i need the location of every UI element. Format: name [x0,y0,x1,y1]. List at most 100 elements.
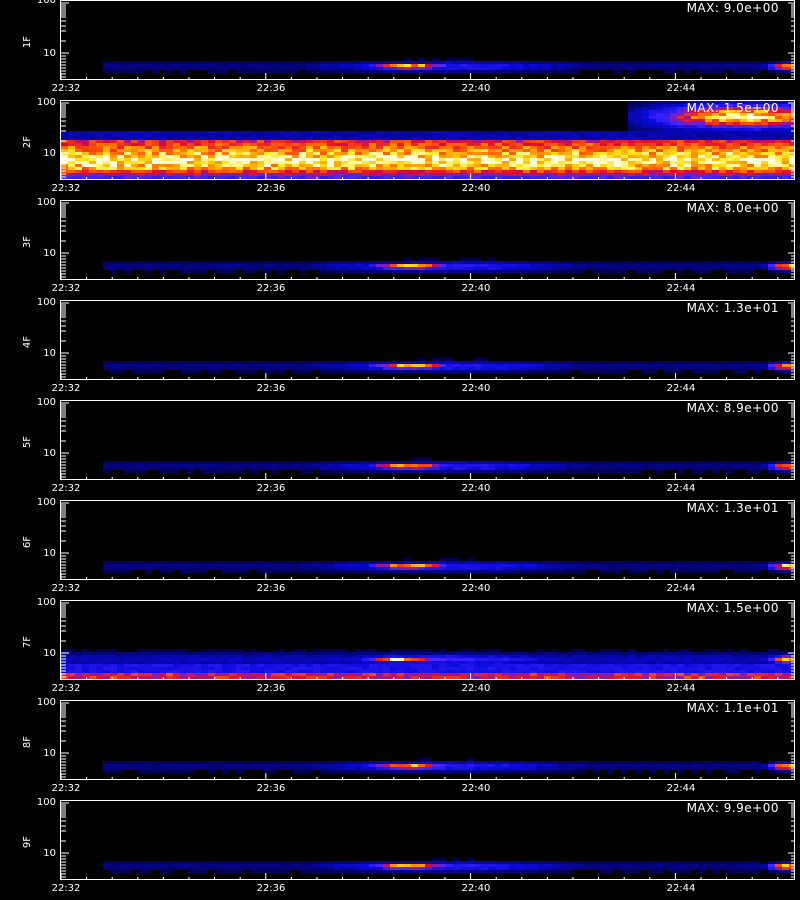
heatmap-cell [117,173,124,176]
heatmap-cell [439,167,446,170]
heatmap-cell [292,655,299,658]
heatmap-cell [579,158,586,161]
heatmap-cell [614,464,621,467]
heatmap-cell [544,370,551,373]
heatmap-cell [404,164,411,167]
heatmap-cell [348,470,355,473]
heatmap-cell [467,658,474,661]
heatmap-cell [229,137,236,140]
heatmap-cell [124,155,131,158]
heatmap-cell [299,137,306,140]
heatmap-cell [411,661,418,664]
heatmap-cell [348,567,355,570]
heatmap-cell [481,164,488,167]
heatmap-cell [397,131,404,134]
heatmap-cell [306,134,313,137]
heatmap-cell [131,470,138,473]
heatmap-cell [320,467,327,470]
heatmap-cell [173,134,180,137]
heatmap-cell [138,70,145,73]
heatmap-cell [187,137,194,140]
heatmap-cell [145,137,152,140]
heatmap-cell [691,134,698,137]
heatmap-cell [285,61,292,64]
heatmap-cell [292,267,299,270]
heatmap-cell [327,361,334,364]
heatmap-cell [572,470,579,473]
max-label: MAX: 9.0e+00 [686,1,779,15]
heatmap-cell [705,267,712,270]
heatmap-cell [208,176,215,179]
heatmap-cell [663,67,670,70]
heatmap-cell [551,261,558,264]
heatmap-cell [586,146,593,149]
heatmap-cell [628,652,635,655]
heatmap-cell [488,140,495,143]
heatmap-cell [68,649,75,652]
heatmap-cell [705,167,712,170]
heatmap-cell [495,158,502,161]
heatmap-cell [383,470,390,473]
heatmap-cell [712,564,719,567]
heatmap-cell [691,176,698,179]
heatmap-cell [572,158,579,161]
heatmap-cell [642,143,649,146]
heatmap-cell [159,67,166,70]
heatmap-cell [390,649,397,652]
heatmap-cell [439,461,446,464]
heatmap-cell [614,170,621,173]
heatmap-cell [544,655,551,658]
heatmap-cell [502,143,509,146]
heatmap-cell [159,164,166,167]
heatmap-cell [768,176,775,179]
heatmap-cell [726,464,733,467]
heatmap-cell [425,461,432,464]
heatmap-cell [691,170,698,173]
heatmap-cell [306,470,313,473]
heatmap-cell [663,128,670,131]
heatmap-cell [306,152,313,155]
heatmap-cell [761,64,768,67]
heatmap-cell [523,470,530,473]
heatmap-cell [544,143,551,146]
heatmap-cell [411,567,418,570]
heatmap-cell [712,61,719,64]
heatmap-cell [628,261,635,264]
heatmap-cell [250,364,257,367]
heatmap-cell [635,179,642,180]
heatmap-cell [446,370,453,373]
heatmap-cell [299,367,306,370]
heatmap-cell [313,467,320,470]
heatmap-cell [439,64,446,67]
heatmap-cell [537,561,544,564]
heatmap-cell [404,167,411,170]
heatmap-cell [579,167,586,170]
heatmap-cell [145,567,152,570]
heatmap-cell [271,167,278,170]
heatmap-cell [691,664,698,667]
heatmap-cell [593,67,600,70]
heatmap-cell [271,652,278,655]
heatmap-cell [684,567,691,570]
heatmap-cell [488,67,495,70]
heatmap-cell [250,658,257,661]
heatmap-cell [705,116,712,119]
heatmap-cell [173,167,180,170]
heatmap-cell [250,155,257,158]
heatmap-cell [397,261,404,264]
heatmap-cell [166,158,173,161]
heatmap-cell [369,164,376,167]
heatmap-cell [740,179,747,180]
heatmap-cell [341,655,348,658]
heatmap-cell [152,649,159,652]
heatmap-cell [586,61,593,64]
heatmap-cell [565,140,572,143]
heatmap-cell [432,179,439,180]
heatmap-cell [628,104,635,107]
heatmap-cell [418,146,425,149]
heatmap-cell [467,179,474,180]
heatmap-cell [656,167,663,170]
heatmap-cell [222,131,229,134]
heatmap-cell [495,146,502,149]
heatmap-cell [614,158,621,161]
